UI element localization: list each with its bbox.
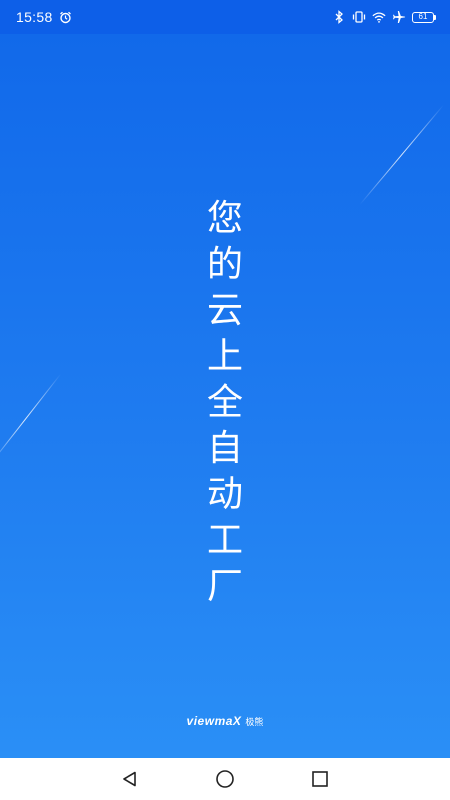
back-button[interactable] <box>114 763 146 795</box>
status-right: 61 <box>332 10 436 24</box>
brand-logo: viewmaX 极熊 <box>0 714 450 728</box>
status-left: 15:58 <box>16 9 73 25</box>
airplane-icon <box>392 10 406 24</box>
slogan-vertical-text: 您 的 云 上 全 自 动 工 厂 <box>207 196 243 610</box>
brand-logo-wordmark: viewmaX <box>186 714 242 728</box>
slogan-char: 厂 <box>206 566 244 607</box>
slogan-char: 工 <box>206 520 244 561</box>
battery-icon: 61 <box>412 11 436 23</box>
slogan-char: 您 <box>206 198 244 239</box>
slogan-char: 上 <box>206 336 244 377</box>
vibrate-icon <box>352 10 366 24</box>
light-streak-decoration <box>359 104 444 205</box>
back-triangle-icon <box>122 771 136 787</box>
brand-logo-chinese: 极熊 <box>245 717 264 728</box>
slogan-char: 全 <box>206 382 244 423</box>
battery-cap <box>434 14 436 20</box>
alarm-icon <box>59 10 73 24</box>
status-bar: 15:58 61 <box>0 0 450 34</box>
home-button[interactable] <box>209 763 241 795</box>
slogan-char: 云 <box>206 290 244 331</box>
splash-background: 您 的 云 上 全 自 动 工 厂 viewmaX 极熊 <box>0 34 450 758</box>
slogan-char: 的 <box>206 244 244 285</box>
bluetooth-icon <box>332 10 346 24</box>
recents-square-icon <box>312 771 329 787</box>
status-time: 15:58 <box>16 9 53 25</box>
slogan-char: 动 <box>206 474 244 515</box>
slogan-char: 自 <box>206 428 244 469</box>
app-screen: 15:58 61 您 的 云 上 全 自 动 工 厂 viewmaX 极熊 <box>0 0 450 800</box>
navigation-bar <box>0 758 450 800</box>
wifi-icon <box>372 10 386 24</box>
home-circle-icon <box>216 770 234 788</box>
light-streak-decoration <box>0 373 62 465</box>
recents-button[interactable] <box>304 763 336 795</box>
battery-level: 61 <box>412 11 434 23</box>
